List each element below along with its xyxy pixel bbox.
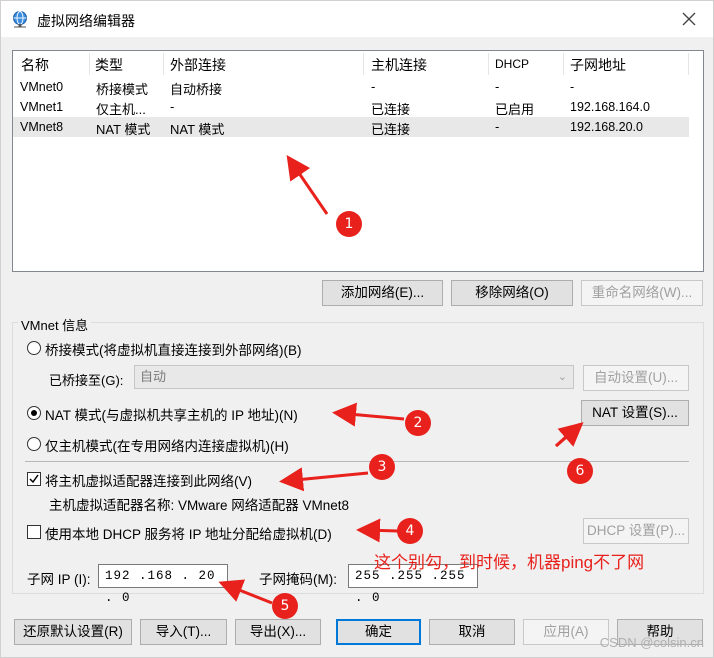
nat-mode-label[interactable]: NAT 模式(与虚拟机共享主机的 IP 地址)(N) [45, 404, 298, 424]
bridged-mode-radio[interactable] [27, 341, 41, 355]
import-button[interactable]: 导入(T)... [140, 619, 227, 645]
dhcp-settings-button[interactable]: DHCP 设置(P)... [583, 518, 689, 544]
bridged-to-value: 自动 [140, 369, 167, 384]
export-button[interactable]: 导出(X)... [235, 619, 321, 645]
cell-dhcp: - [495, 119, 500, 134]
bridged-to-label: 已桥接至(G): [49, 373, 124, 388]
bridged-mode-label[interactable]: 桥接模式(将虚拟机直接连接到外部网络)(B) [45, 339, 302, 359]
auto-settings-button[interactable]: 自动设置(U)... [583, 365, 689, 391]
cell-host: - [371, 79, 376, 94]
column-header-subnet[interactable]: 子网地址 [570, 55, 626, 75]
cell-name: VMnet0 [20, 80, 64, 94]
dhcp-checkbox[interactable] [27, 525, 41, 539]
column-separator[interactable] [363, 53, 364, 75]
cell-external: NAT 模式 [170, 122, 225, 137]
cell-host: 已连接 [371, 102, 411, 117]
subnet-ip-label: 子网 IP (I): [27, 572, 91, 587]
watermark: CSDN @colsin.cn [599, 635, 704, 650]
bridged-to-select[interactable]: 自动 ⌄ [134, 365, 574, 389]
vmnet-info-label: VMnet 信息 [18, 315, 92, 334]
annotation-number-3: 3 [369, 454, 395, 480]
close-icon[interactable] [677, 7, 701, 31]
column-header-name[interactable]: 名称 [21, 55, 49, 75]
cell-dhcp: 已启用 [495, 102, 535, 117]
column-header-dhcp[interactable]: DHCP [495, 57, 529, 71]
annotation-note: 这个别勾，到时候，机器ping不了网 [374, 553, 645, 572]
cell-subnet: 192.168.20.0 [570, 120, 643, 134]
annotation-number-4: 4 [397, 518, 423, 544]
apply-button[interactable]: 应用(A) [523, 619, 609, 645]
column-separator[interactable] [89, 53, 90, 75]
cell-external: 自动桥接 [170, 82, 223, 97]
column-separator[interactable] [563, 53, 564, 75]
annotation-number-1: 1 [336, 211, 362, 237]
connect-adapter-checkbox[interactable] [27, 472, 41, 486]
annotation-number-5: 5 [272, 593, 298, 619]
cancel-button[interactable]: 取消 [429, 619, 515, 645]
radio-selected-dot [31, 410, 37, 416]
cell-subnet: - [570, 80, 575, 94]
dhcp-label[interactable]: 使用本地 DHCP 服务将 IP 地址分配给虚拟机(D) [45, 523, 332, 543]
table-row-selected[interactable]: VMnet8 NAT 模式 NAT 模式 已连接 - 192.168.20.0 [13, 117, 689, 137]
cell-host: 已连接 [371, 122, 411, 137]
host-only-mode-radio[interactable] [27, 437, 41, 451]
cell-name: VMnet1 [20, 100, 64, 114]
cell-type: 仅主机... [96, 102, 146, 117]
column-separator[interactable] [688, 53, 689, 75]
cell-type: 桥接模式 [96, 82, 149, 97]
ok-button[interactable]: 确定 [336, 619, 421, 645]
column-header-host[interactable]: 主机连接 [371, 55, 427, 75]
check-icon [29, 474, 39, 484]
table-row[interactable]: VMnet1 仅主机... - 已连接 已启用 192.168.164.0 [13, 97, 689, 117]
add-network-button[interactable]: 添加网络(E)... [322, 280, 443, 306]
cell-external: - [170, 99, 175, 114]
host-only-mode-label[interactable]: 仅主机模式(在专用网络内连接虚拟机)(H) [45, 435, 289, 455]
list-header: 名称 类型 外部连接 主机连接 DHCP 子网地址 [13, 51, 703, 76]
restore-defaults-button[interactable]: 还原默认设置(R) [14, 619, 132, 645]
title-bar: 虚拟网络编辑器 [1, 1, 713, 37]
cell-subnet: 192.168.164.0 [570, 100, 650, 114]
subnet-mask-label: 子网掩码(M): [259, 572, 337, 587]
rename-network-button[interactable]: 重命名网络(W)... [581, 280, 703, 306]
column-header-type[interactable]: 类型 [95, 55, 123, 75]
cell-dhcp: - [495, 79, 500, 94]
nat-mode-radio[interactable] [27, 406, 41, 420]
annotation-number-2: 2 [405, 410, 431, 436]
table-row[interactable]: VMnet0 桥接模式 自动桥接 - - - [13, 77, 689, 97]
window-title: 虚拟网络编辑器 [37, 13, 135, 29]
network-list[interactable]: 名称 类型 外部连接 主机连接 DHCP 子网地址 VMnet0 桥接模式 自动… [12, 50, 704, 272]
network-globe-icon [13, 11, 27, 28]
nat-settings-button[interactable]: NAT 设置(S)... [581, 400, 689, 426]
adapter-name-text: 主机虚拟适配器名称: VMware 网络适配器 VMnet8 [49, 498, 350, 513]
column-separator[interactable] [488, 53, 489, 75]
remove-network-button[interactable]: 移除网络(O) [451, 280, 573, 306]
chevron-down-icon: ⌄ [557, 371, 567, 383]
connect-adapter-label[interactable]: 将主机虚拟适配器连接到此网络(V) [45, 470, 252, 490]
column-header-external[interactable]: 外部连接 [170, 55, 226, 75]
cell-name: VMnet8 [20, 120, 64, 134]
column-separator[interactable] [163, 53, 164, 75]
subnet-ip-input[interactable]: 192 .168 . 20 . 0 [98, 564, 228, 605]
annotation-number-6: 6 [567, 458, 593, 484]
cell-type: NAT 模式 [96, 122, 151, 137]
